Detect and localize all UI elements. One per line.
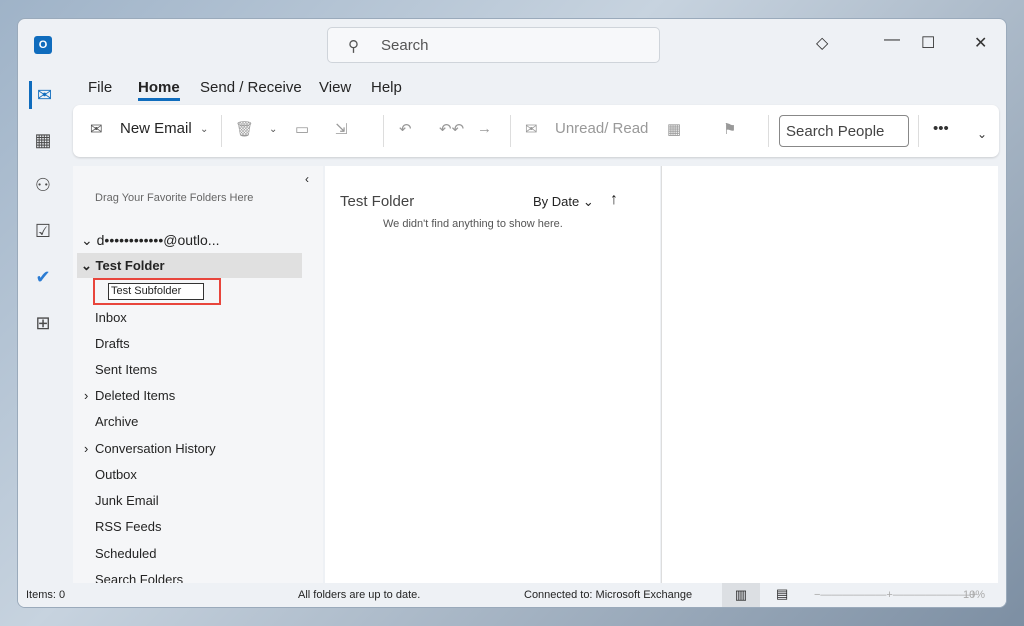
unread-read-button[interactable]: Unread/ Read	[555, 120, 648, 137]
categorize-icon[interactable]: ▦	[667, 120, 681, 138]
calendar-icon[interactable]: ▦	[29, 126, 57, 154]
chevron-down-icon[interactable]: ⌄	[200, 124, 208, 135]
folder-rss[interactable]: RSS Feeds	[95, 519, 161, 534]
folder-outbox[interactable]: Outbox	[95, 467, 137, 482]
account-row[interactable]: ⌄ d••••••••••••@outlo...	[81, 232, 219, 249]
apps-icon[interactable]: ⊞	[29, 309, 57, 337]
tab-file[interactable]: File	[88, 79, 112, 96]
minimize-button[interactable]: —	[884, 31, 900, 49]
collapse-pane-icon[interactable]: ‹	[305, 172, 309, 186]
connection-status: Connected to: Microsoft Exchange	[524, 589, 693, 601]
tab-send-receive[interactable]: Send / Receive	[200, 79, 302, 96]
folder-inbox[interactable]: Inbox	[95, 310, 127, 325]
tab-view[interactable]: View	[319, 79, 351, 96]
favorites-hint: Drag Your Favorite Folders Here	[95, 192, 254, 204]
empty-message: We didn't find anything to show here.	[383, 218, 563, 230]
item-count: Items: 0	[26, 589, 66, 601]
title-bar: O ⚲ Search ◇ — ☐ ✕	[18, 19, 1006, 71]
people-icon[interactable]: ⚇	[29, 171, 57, 199]
reading-pane	[661, 166, 998, 584]
sort-label: By Date	[533, 194, 580, 209]
close-button[interactable]: ✕	[974, 33, 987, 53]
reply-icon[interactable]: ↶	[399, 120, 412, 138]
account-name: d••••••••••••@outlo...	[96, 232, 220, 248]
flag-icon[interactable]: ⚑	[723, 120, 736, 138]
search-people-input[interactable]: Search People	[779, 115, 909, 147]
forward-icon[interactable]: →	[477, 120, 492, 137]
premium-diamond-icon[interactable]: ◇	[816, 33, 828, 53]
reply-all-icon[interactable]: ↶↶	[439, 120, 464, 138]
folder-sent[interactable]: Sent Items	[95, 362, 157, 377]
sync-status: All folders are up to date.	[298, 589, 421, 601]
zoom-level: 10%	[963, 589, 986, 601]
zoom-slider[interactable]: −——————+———————+	[814, 589, 976, 601]
more-options-button[interactable]: •••	[933, 120, 949, 137]
folder-archive[interactable]: Archive	[95, 414, 138, 429]
folder-pane: ‹ Drag Your Favorite Folders Here ⌄ d•••…	[73, 166, 323, 587]
ribbon: ✉ New Email ⌄ 🗑 ⌄ ▭ ⇲ ↶ ↶↶ → ✉ Unread/ R…	[73, 105, 999, 157]
expand-icon[interactable]: ›	[84, 441, 88, 456]
reading-view-icon[interactable]: ▤	[776, 586, 788, 602]
tasks-icon[interactable]: ☑	[29, 217, 57, 245]
mail-icon[interactable]: ✉	[29, 81, 57, 109]
message-list: Test Folder By Date ⌄ ↑ We didn't find a…	[325, 166, 660, 584]
outlook-logo-icon: O	[34, 36, 52, 54]
envelope-open-icon: ✉	[525, 121, 538, 138]
chevron-down-icon[interactable]: ⌄	[269, 124, 277, 135]
folder-scheduled[interactable]: Scheduled	[95, 546, 156, 561]
maximize-button[interactable]: ☐	[921, 33, 935, 53]
folder-drafts[interactable]: Drafts	[95, 336, 130, 351]
search-box[interactable]: ⚲ Search	[327, 27, 660, 63]
sort-direction-icon[interactable]: ↑	[610, 191, 618, 209]
status-bar: Items: 0 All folders are up to date. Con…	[18, 583, 1006, 607]
new-email-icon: ✉	[90, 121, 103, 138]
search-placeholder: Search	[381, 37, 429, 54]
normal-view-icon[interactable]: ▥	[722, 583, 760, 607]
archive-icon[interactable]: ▭	[295, 120, 309, 138]
folder-deleted[interactable]: Deleted Items	[95, 388, 175, 403]
todo-icon[interactable]: ✔	[29, 263, 57, 291]
rename-input[interactable]: Test Subfolder	[108, 283, 204, 300]
outlook-window: O ⚲ Search ◇ — ☐ ✕ ✉ ▦ ⚇ ☑ ✔ ⊞ File Home…	[17, 18, 1007, 608]
sort-dropdown[interactable]: By Date ⌄	[533, 194, 594, 210]
tab-home[interactable]: Home	[138, 79, 180, 101]
new-email-button[interactable]: New Email	[120, 120, 192, 137]
tab-help[interactable]: Help	[371, 79, 402, 96]
delete-icon[interactable]: 🗑	[235, 120, 254, 138]
ribbon-expand-icon[interactable]: ⌄	[977, 127, 987, 141]
search-icon: ⚲	[348, 38, 359, 55]
move-icon[interactable]: ⇲	[335, 120, 348, 138]
expand-icon[interactable]: ›	[84, 388, 88, 403]
folder-conversation-history[interactable]: Conversation History	[95, 441, 216, 456]
folder-heading: Test Folder	[340, 193, 415, 210]
folder-junk[interactable]: Junk Email	[95, 493, 159, 508]
folder-test-folder[interactable]: Test Folder	[96, 258, 165, 273]
